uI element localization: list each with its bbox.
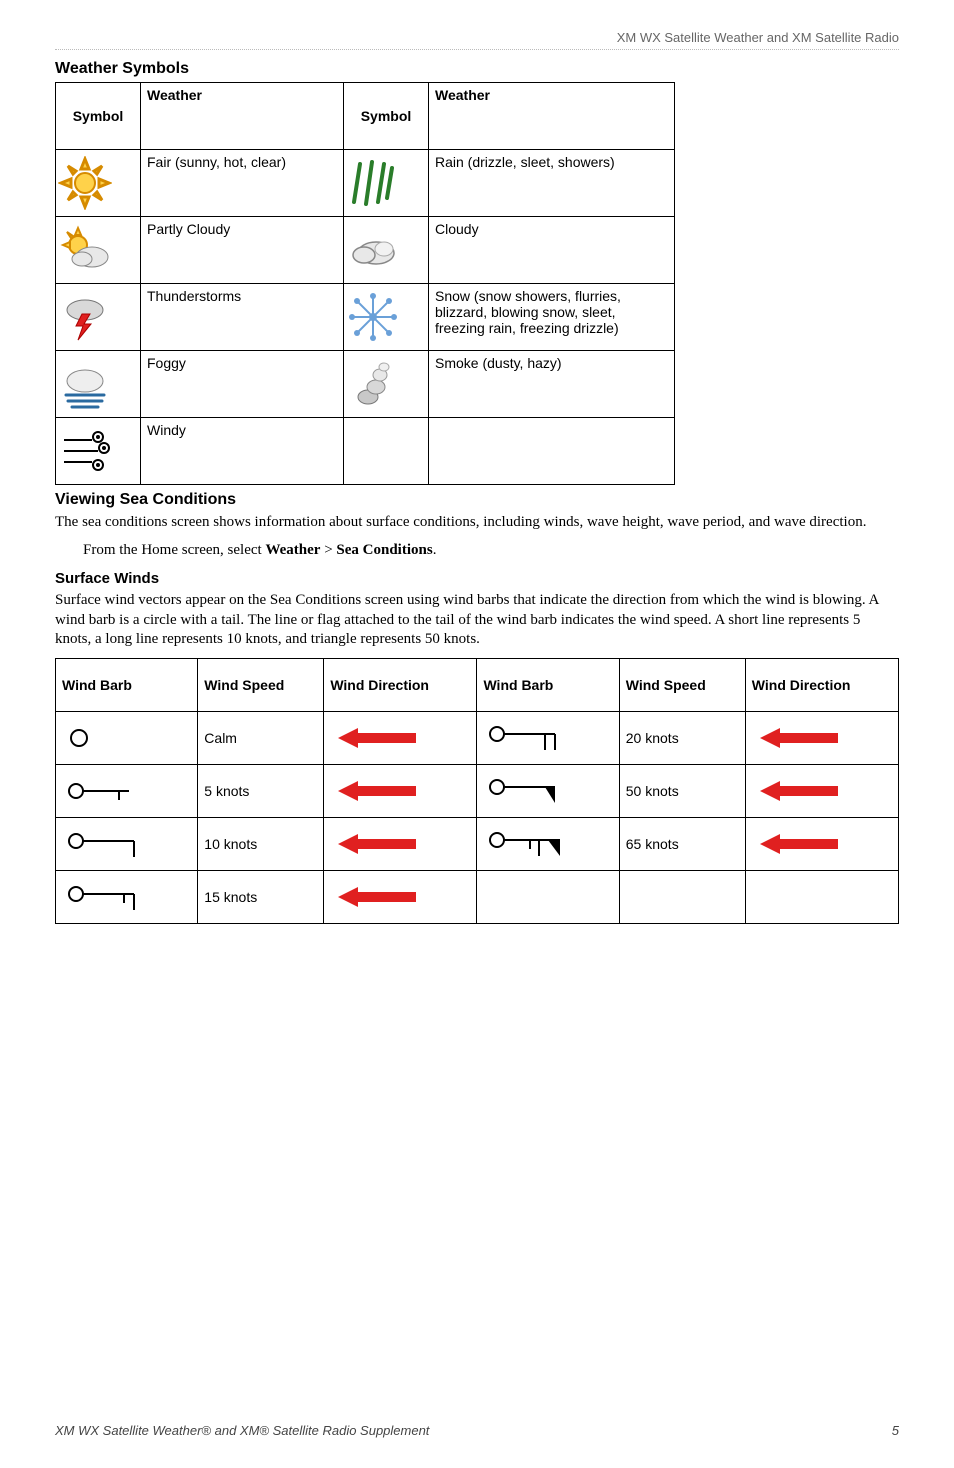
partly-cloudy-icon	[58, 223, 112, 277]
sea-conditions-heading: Viewing Sea Conditions	[55, 491, 899, 509]
windy-icon	[58, 424, 112, 478]
cmd-pre: From the Home screen, select	[83, 542, 265, 558]
weather-snow: Snow (snow showers, flurries, blizzard, …	[429, 284, 675, 351]
footer-left: XM WX Satellite Weather® and XM® Satelli…	[55, 1423, 429, 1438]
weather-rain: Rain (drizzle, sleet, showers)	[429, 150, 675, 217]
sea-conditions-para: The sea conditions screen shows informat…	[55, 513, 899, 533]
weather-empty	[429, 418, 675, 485]
table-row: Wind Barb Wind Speed Wind Direction Wind…	[56, 658, 899, 711]
wind-direction-arrow-icon	[330, 723, 430, 753]
col-wind-barb: Wind Barb	[477, 658, 619, 711]
table-row: Symbol Weather Symbol Weather	[56, 83, 675, 150]
wind-direction-arrow-icon	[752, 723, 852, 753]
snow-icon	[346, 290, 400, 344]
table-row: 15 knots	[56, 870, 899, 923]
cmd-sep: >	[320, 542, 336, 558]
wind-speed: 50 knots	[619, 764, 745, 817]
table-row: Fair (sunny, hot, clear) Rain (drizzle, …	[56, 150, 675, 217]
cmd-post: .	[433, 542, 437, 558]
weather-foggy: Foggy	[141, 351, 344, 418]
wind-barb-10-icon	[64, 827, 154, 861]
header-right: XM WX Satellite Weather and XM Satellite…	[617, 30, 899, 45]
wind-barb-65-icon	[485, 826, 575, 862]
col-symbol: Symbol	[56, 83, 141, 150]
table-row: Calm 20 knots	[56, 711, 899, 764]
table-row: 10 knots 65 knots	[56, 817, 899, 870]
weather-smoke: Smoke (dusty, hazy)	[429, 351, 675, 418]
wind-direction-arrow-icon	[330, 776, 430, 806]
header-rule	[55, 49, 899, 50]
weather-windy: Windy	[141, 418, 344, 485]
surface-winds-heading: Surface Winds	[55, 570, 899, 587]
surface-winds-para: Surface wind vectors appear on the Sea C…	[55, 591, 899, 650]
wind-barb-20-icon	[485, 720, 575, 756]
wind-direction-arrow-icon	[330, 829, 430, 859]
wind-direction-arrow-icon	[330, 882, 430, 912]
table-row: Partly Cloudy Cloudy	[56, 217, 675, 284]
weather-cloudy: Cloudy	[429, 217, 675, 284]
wind-speed	[619, 870, 745, 923]
col-wind-speed: Wind Speed	[619, 658, 745, 711]
wind-barb-calm-icon	[64, 723, 154, 753]
col-wind-direction: Wind Direction	[745, 658, 898, 711]
page-footer: XM WX Satellite Weather® and XM® Satelli…	[55, 1423, 899, 1438]
smoke-icon	[346, 357, 400, 411]
wind-speed: 10 knots	[198, 817, 324, 870]
table-row: Windy	[56, 418, 675, 485]
table-row: Foggy Smoke (dusty, hazy)	[56, 351, 675, 418]
cmd-sea-conditions: Sea Conditions	[336, 542, 432, 558]
cloudy-icon	[346, 223, 400, 277]
table-row: 5 knots 50 knots	[56, 764, 899, 817]
col-wind-direction: Wind Direction	[324, 658, 477, 711]
weather-symbols-table: Symbol Weather Symbol Weather Fair (sunn…	[55, 82, 675, 485]
wind-speed: 15 knots	[198, 870, 324, 923]
thunderstorm-icon	[58, 290, 112, 344]
col-wind-barb: Wind Barb	[56, 658, 198, 711]
wind-barb-5-icon	[64, 776, 154, 806]
col-wind-speed: Wind Speed	[198, 658, 324, 711]
foggy-icon	[58, 357, 112, 411]
wind-speed: 5 knots	[198, 764, 324, 817]
footer-page-number: 5	[892, 1423, 899, 1438]
weather-thunderstorms: Thunderstorms	[141, 284, 344, 351]
sea-conditions-cmd: From the Home screen, select Weather > S…	[83, 541, 899, 561]
col-weather: Weather	[141, 83, 344, 150]
rain-icon	[346, 156, 400, 210]
sun-icon	[58, 156, 112, 210]
weather-symbols-heading: Weather Symbols	[55, 60, 899, 78]
cmd-weather: Weather	[265, 542, 320, 558]
col-symbol: Symbol	[344, 83, 429, 150]
wind-direction-arrow-icon	[752, 776, 852, 806]
wind-table: Wind Barb Wind Speed Wind Direction Wind…	[55, 658, 899, 924]
wind-barb-50-icon	[485, 773, 575, 809]
col-weather: Weather	[429, 83, 675, 150]
weather-partly-cloudy: Partly Cloudy	[141, 217, 344, 284]
wind-barb-15-icon	[64, 880, 154, 914]
wind-speed: 65 knots	[619, 817, 745, 870]
wind-speed: Calm	[198, 711, 324, 764]
table-row: Thunderstorms Snow (snow showers, flurri…	[56, 284, 675, 351]
weather-fair: Fair (sunny, hot, clear)	[141, 150, 344, 217]
wind-direction-arrow-icon	[752, 829, 852, 859]
wind-speed: 20 knots	[619, 711, 745, 764]
